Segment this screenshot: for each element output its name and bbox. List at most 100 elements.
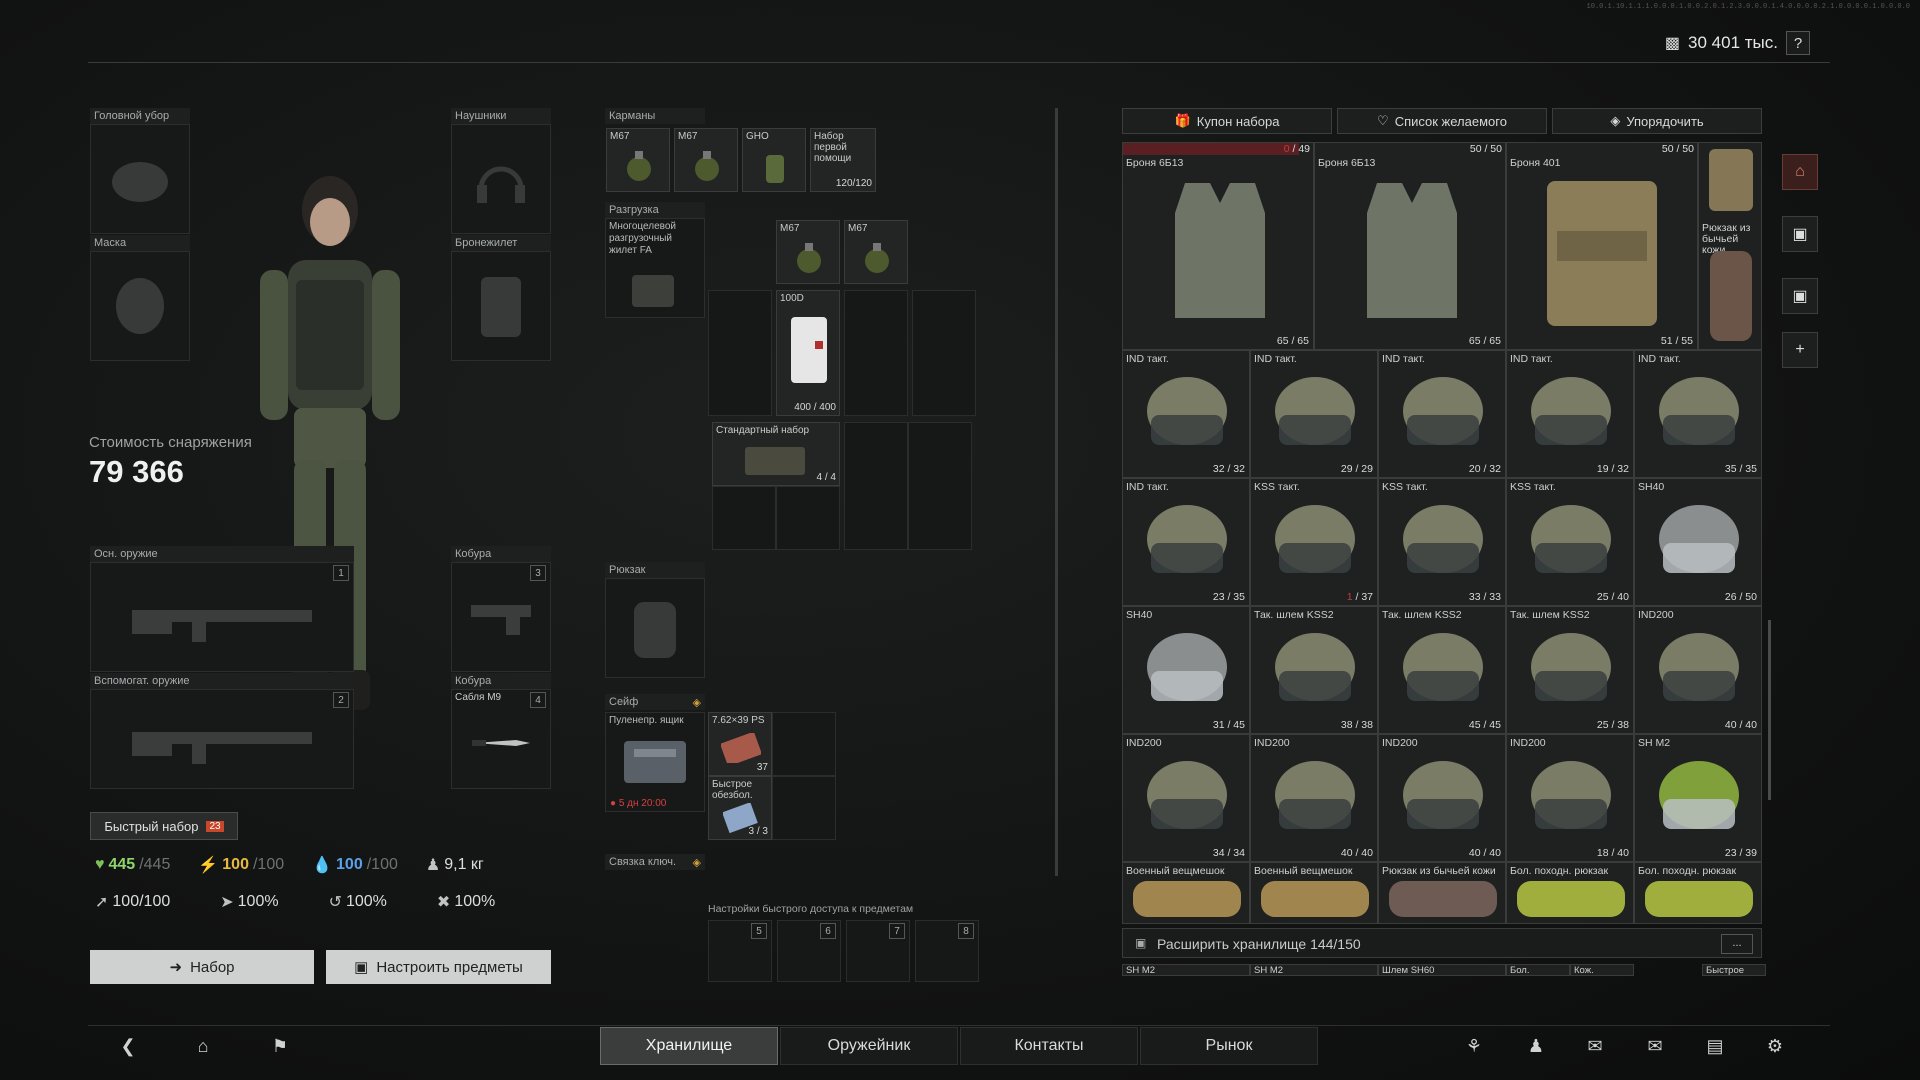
kit-button[interactable]: ➜ Набор xyxy=(90,950,314,984)
stash-helmet-item[interactable]: KSS такт. 33 / 33 xyxy=(1378,478,1506,606)
secure-item[interactable]: 7.62×39 PS 37 xyxy=(708,712,772,776)
pocket-item[interactable]: M67 xyxy=(674,128,738,192)
quickbar-slot[interactable]: 6 xyxy=(777,920,841,982)
stash-helmet-item[interactable]: IND такт. 19 / 32 xyxy=(1506,350,1634,478)
stash-helmet-item[interactable]: IND200 18 / 40 xyxy=(1506,734,1634,862)
configure-items-button[interactable]: ▣ Настроить предметы xyxy=(326,950,551,984)
stash-item[interactable]: Броня 401 50 / 50 51 / 55 xyxy=(1506,142,1698,350)
rig-grid-cell[interactable] xyxy=(844,290,908,416)
keyring-label[interactable]: Связка ключ. ◈ xyxy=(605,854,705,870)
chat-button[interactable]: ✉ xyxy=(1577,1030,1613,1062)
earpiece-slot[interactable]: Наушники xyxy=(451,108,551,234)
stash-tab-1[interactable]: ▣ xyxy=(1782,216,1818,252)
stash-helmet-item[interactable]: IND200 40 / 40 xyxy=(1378,734,1506,862)
holster-slot[interactable]: Кобура 3 xyxy=(451,546,551,672)
tab-gunsmith[interactable]: Оружейник xyxy=(780,1027,958,1065)
rig-grid-cell[interactable] xyxy=(776,486,840,550)
holster-slot-2[interactable]: Кобура Сабля М9 4 xyxy=(451,673,551,789)
stash-helmet-item[interactable]: IND такт. 20 / 32 xyxy=(1378,350,1506,478)
tab-stash[interactable]: Хранилище xyxy=(600,1027,778,1065)
rig-grid-cell[interactable] xyxy=(708,290,772,416)
notes-button[interactable]: ▤ xyxy=(1697,1030,1733,1062)
stash-item-partial[interactable]: Кож. xyxy=(1570,964,1634,976)
home-button[interactable]: ⌂ xyxy=(185,1030,221,1062)
back-button[interactable]: ❮ xyxy=(110,1030,146,1062)
stash-item[interactable]: Броня 6Б13 50 / 50 65 / 65 xyxy=(1314,142,1506,350)
rig-grid-cell[interactable] xyxy=(712,486,776,550)
secondary-weapon-slot[interactable]: Вспомогат. оружие 2 xyxy=(90,673,354,789)
stash-helmet-item[interactable]: KSS такт. 25 / 40 xyxy=(1506,478,1634,606)
secure-container-slot[interactable]: Пуленепр. ящик ● 5 дн 20:00 xyxy=(605,712,705,812)
stash-item[interactable]: Рюкзак из бычьей кожи xyxy=(1698,142,1762,350)
profile-button[interactable]: ♟ xyxy=(1518,1030,1554,1062)
stash-item-partial[interactable]: SH M2 xyxy=(1250,964,1378,976)
secure-grid-cell[interactable] xyxy=(772,776,836,840)
armor-slot[interactable]: Бронежилет xyxy=(451,235,551,361)
primary-weapon-slot[interactable]: Осн. оружие 1 xyxy=(90,546,354,672)
pocket-item[interactable]: Набор первой помощи 120/120 xyxy=(810,128,876,192)
stash-bag-item[interactable]: Рюкзак из бычьей кожи xyxy=(1378,862,1506,924)
stash-bag-item[interactable]: Бол. походн. рюкзак xyxy=(1506,862,1634,924)
stash-helmet-item[interactable]: Так. шлем KSS2 45 / 45 xyxy=(1378,606,1506,734)
pocket-item[interactable]: M67 xyxy=(606,128,670,192)
flag-button[interactable]: ⚑ xyxy=(262,1030,298,1062)
stash-helmet-item[interactable]: IND200 40 / 40 xyxy=(1634,606,1762,734)
secure-item[interactable]: Быстрое обезбол. 3 / 3 xyxy=(708,776,772,840)
item-name: Военный вещмешок xyxy=(1126,865,1225,877)
stash-helmet-item[interactable]: IND такт. 29 / 29 xyxy=(1250,350,1378,478)
stash-helmet-item[interactable]: KSS такт. 1 / 37 xyxy=(1250,478,1378,606)
stash-item[interactable]: Броня 6Б13 0 / 49 65 / 65 xyxy=(1122,142,1314,350)
rig-grid-cell[interactable] xyxy=(844,422,908,550)
stash-item-partial[interactable]: Бол. xyxy=(1506,964,1570,976)
quickbar-slot[interactable]: 5 xyxy=(708,920,772,982)
stash-item-partial[interactable]: SH M2 xyxy=(1122,964,1250,976)
stash-helmet-item[interactable]: SH40 31 / 45 xyxy=(1122,606,1250,734)
settings-button[interactable]: ⚙ xyxy=(1757,1030,1793,1062)
rig-item[interactable]: M67 xyxy=(844,220,908,284)
facecover-slot[interactable]: Маска xyxy=(90,235,190,361)
pocket-item[interactable]: GHO xyxy=(742,128,806,192)
stash-item-partial[interactable]: Быстрое xyxy=(1702,964,1766,976)
headwear-slot[interactable]: Головной убор xyxy=(90,108,190,234)
inventory-scrollbar[interactable] xyxy=(1055,108,1058,876)
sort-button[interactable]: ◈ Упорядочить xyxy=(1552,108,1762,134)
friends-button[interactable]: ⚘ xyxy=(1456,1030,1492,1062)
add-stash-tab[interactable]: + xyxy=(1782,332,1818,368)
rig-item[interactable]: Стандартный набор 4 / 4 xyxy=(712,422,840,486)
quickbar-slot[interactable]: 7 xyxy=(846,920,910,982)
tab-contacts[interactable]: Контакты xyxy=(960,1027,1138,1065)
stash-item-partial[interactable]: Шлем SH60 xyxy=(1378,964,1506,976)
rig-item[interactable]: 100D 400 / 400 xyxy=(776,290,840,416)
quick-kit-button[interactable]: Быстрый набор 23 xyxy=(90,812,238,840)
messages-button[interactable]: ✉ xyxy=(1637,1030,1673,1062)
stats-row-2: ➚ 100/100 ➤ 100% ↺ 100% ✖ 100% xyxy=(95,892,523,912)
stash-scrollbar[interactable] xyxy=(1768,620,1771,800)
stash-bag-item[interactable]: Бол. походн. рюкзак xyxy=(1634,862,1762,924)
stash-helmet-item[interactable]: IND200 40 / 40 xyxy=(1250,734,1378,862)
secure-grid-cell[interactable] xyxy=(772,712,836,776)
rig-grid-cell[interactable] xyxy=(912,290,976,416)
more-button[interactable]: ... xyxy=(1721,934,1753,954)
stash-helmet-item[interactable]: SH M2 23 / 39 xyxy=(1634,734,1762,862)
stash-helmet-item[interactable]: IND такт. 32 / 32 xyxy=(1122,350,1250,478)
stash-helmet-item[interactable]: SH40 26 / 50 xyxy=(1634,478,1762,606)
stash-tab-2[interactable]: ▣ xyxy=(1782,278,1818,314)
expand-stash-bar[interactable]: ▣ Расширить хранилище 144/150 ... xyxy=(1122,928,1762,958)
quickbar-slot[interactable]: 8 xyxy=(915,920,979,982)
coupon-button[interactable]: 🎁 Купон набора xyxy=(1122,108,1332,134)
tab-market[interactable]: Рынок xyxy=(1140,1027,1318,1065)
stash-bag-item[interactable]: Военный вещмешок xyxy=(1250,862,1378,924)
stash-bag-item[interactable]: Военный вещмешок xyxy=(1122,862,1250,924)
wishlist-button[interactable]: ♡ Список желаемого xyxy=(1337,108,1547,134)
stash-helmet-item[interactable]: IND такт. 23 / 35 xyxy=(1122,478,1250,606)
stash-tab-home[interactable]: ⌂ xyxy=(1782,154,1818,190)
backpack-slot[interactable]: Рюкзак xyxy=(605,562,705,678)
rig-grid-cell[interactable] xyxy=(908,422,972,550)
rig-item[interactable]: M67 xyxy=(776,220,840,284)
help-button[interactable]: ? xyxy=(1786,31,1810,55)
rig-slot[interactable]: Многоцелевой разгрузочный жилет FA xyxy=(605,218,705,318)
stash-helmet-item[interactable]: Так. шлем KSS2 25 / 38 xyxy=(1506,606,1634,734)
stash-helmet-item[interactable]: IND такт. 35 / 35 xyxy=(1634,350,1762,478)
stash-helmet-item[interactable]: IND200 34 / 34 xyxy=(1122,734,1250,862)
stash-helmet-item[interactable]: Так. шлем KSS2 38 / 38 xyxy=(1250,606,1378,734)
